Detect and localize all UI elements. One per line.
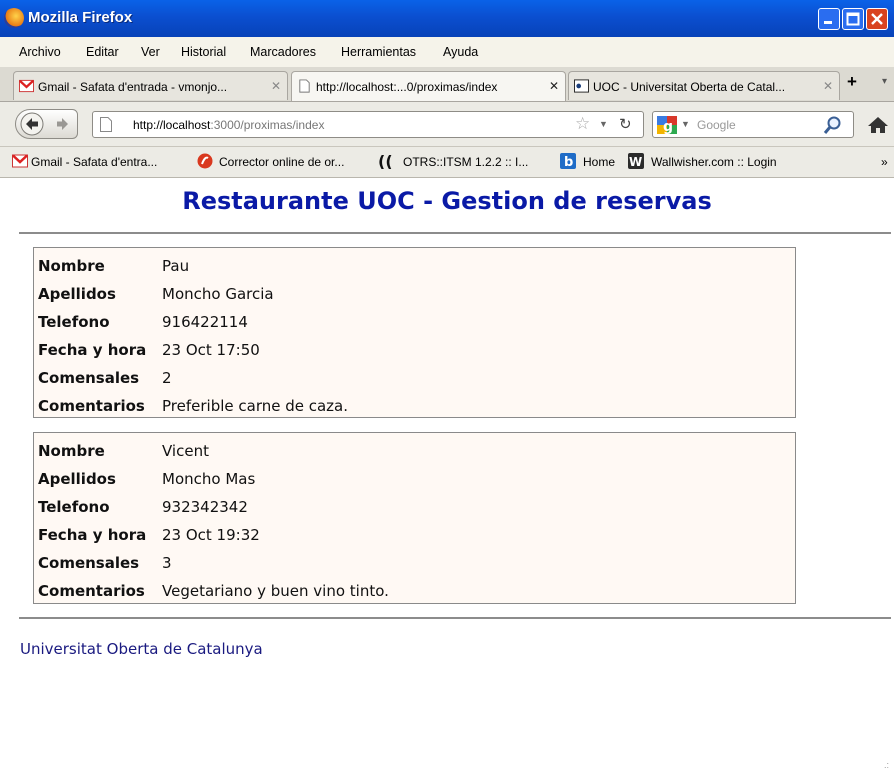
field-value: Vicent <box>162 442 209 460</box>
menu-herramientas[interactable]: Herramientas <box>341 45 416 59</box>
bookmark-corrector[interactable]: Corrector online de or... <box>219 155 344 169</box>
back-forward-group <box>15 109 78 139</box>
navigation-bar: http://localhost:3000/proximas/index ☆ ▼… <box>0 102 894 147</box>
google-icon: g <box>657 116 677 134</box>
new-tab-icon[interactable]: + <box>847 72 857 92</box>
url-text[interactable]: http://localhost:3000/proximas/index <box>133 118 324 132</box>
search-bar[interactable]: g ▼ Google <box>652 111 854 138</box>
back-button[interactable] <box>20 112 44 136</box>
bottom-divider <box>19 617 891 619</box>
field-label: Comentarios <box>38 397 145 415</box>
page-icon <box>299 79 310 93</box>
field-label: Nombre <box>38 257 105 275</box>
tab-label: http://localhost:...0/proximas/index <box>316 80 498 94</box>
bookmark-gmail[interactable]: Gmail - Safata d'entra... <box>31 155 157 169</box>
field-value: Moncho Garcia <box>162 285 274 303</box>
back-arrow-icon <box>20 112 44 136</box>
forward-button[interactable] <box>56 116 70 132</box>
field-value: Moncho Mas <box>162 470 256 488</box>
maximize-button[interactable] <box>842 8 864 30</box>
w-icon: W <box>628 153 644 169</box>
tab-gmail[interactable]: Gmail - Safata d'entrada - vmonjo... ✕ <box>13 71 288 100</box>
field-label: Apellidos <box>38 470 116 488</box>
otrs-icon: (( <box>378 153 393 169</box>
spellcheck-icon <box>197 153 213 169</box>
tab-localhost[interactable]: http://localhost:...0/proximas/index ✕ <box>291 71 566 101</box>
field-value: 932342342 <box>162 498 248 516</box>
tab-close-icon[interactable]: ✕ <box>271 79 281 93</box>
field-value: 3 <box>162 554 172 572</box>
reservation-card: Nombre Pau Apellidos Moncho Garcia Telefon… <box>33 247 796 418</box>
field-value: Pau <box>162 257 190 275</box>
menu-ver[interactable]: Ver <box>141 45 160 59</box>
top-divider <box>19 232 891 234</box>
field-label: Comensales <box>38 369 140 387</box>
page-title: Restaurante UOC - Gestion de reservas <box>182 187 712 215</box>
field-label: Fecha y hora <box>38 341 147 359</box>
footer-link[interactable]: Universitat Oberta de Catalunya <box>20 640 263 658</box>
tab-label: Gmail - Safata d'entrada - vmonjo... <box>38 80 228 94</box>
field-value: 23 Oct 17:50 <box>162 341 260 359</box>
b-icon: b <box>560 153 576 169</box>
tab-close-icon[interactable]: ✕ <box>823 79 833 93</box>
home-icon[interactable] <box>862 111 894 138</box>
page-content: Restaurante UOC - Gestion de reservas No… <box>0 178 894 770</box>
menu-marcadores[interactable]: Marcadores <box>250 45 316 59</box>
menu-archivo[interactable]: Archivo <box>19 45 61 59</box>
close-button[interactable] <box>866 8 888 30</box>
uoc-icon <box>574 79 589 93</box>
menu-editar[interactable]: Editar <box>86 45 119 59</box>
tab-uoc[interactable]: UOC - Universitat Oberta de Catal... ✕ <box>568 71 840 100</box>
firefox-icon <box>4 8 24 28</box>
svg-text:((: (( <box>378 153 393 169</box>
field-value: 2 <box>162 369 172 387</box>
bookmarks-toolbar: Gmail - Safata d'entra... Corrector onli… <box>0 147 894 178</box>
search-engine-dropdown-icon[interactable]: ▼ <box>681 119 690 129</box>
field-value: Preferible carne de caza. <box>162 397 349 415</box>
svg-text:b: b <box>564 155 573 169</box>
gmail-icon <box>12 154 28 168</box>
field-value: Vegetariano y buen vino tinto. <box>162 582 389 600</box>
field-label: Telefono <box>38 498 110 516</box>
gmail-icon <box>19 79 34 93</box>
svg-text:g: g <box>663 119 673 134</box>
url-bar[interactable]: http://localhost:3000/proximas/index ☆ ▼… <box>92 111 644 138</box>
search-input[interactable]: Google <box>697 118 736 132</box>
window-titlebar: Mozilla Firefox <box>0 0 894 37</box>
reservation-card: Nombre Vicent Apellidos Moncho Mas Telefon… <box>33 432 796 604</box>
field-label: Telefono <box>38 313 110 331</box>
field-label: Fecha y hora <box>38 526 147 544</box>
menu-ayuda[interactable]: Ayuda <box>443 45 478 59</box>
reload-icon[interactable]: ↻ <box>619 115 632 133</box>
history-dropdown-icon[interactable]: ▼ <box>599 119 608 129</box>
field-label: Nombre <box>38 442 105 460</box>
more-bookmarks-icon[interactable]: » <box>881 155 888 169</box>
bookmark-otrs[interactable]: OTRS::ITSM 1.2.2 :: I... <box>403 155 528 169</box>
search-icon[interactable] <box>823 115 843 135</box>
menu-bar: Archivo Editar Ver Historial Marcadores … <box>0 37 894 68</box>
field-value: 916422114 <box>162 313 248 331</box>
window-title: Mozilla Firefox <box>28 9 133 26</box>
svg-text:W: W <box>629 155 642 169</box>
field-label: Comentarios <box>38 582 145 600</box>
tab-bar: Gmail - Safata d'entrada - vmonjo... ✕ h… <box>0 67 894 102</box>
bookmark-home[interactable]: Home <box>583 155 615 169</box>
minimize-button[interactable] <box>818 8 840 30</box>
page-icon <box>100 117 112 132</box>
bookmark-wallwisher[interactable]: Wallwisher.com :: Login <box>651 155 777 169</box>
menu-historial[interactable]: Historial <box>181 45 226 59</box>
field-value: 23 Oct 19:32 <box>162 526 260 544</box>
bookmark-star-icon[interactable]: ☆ <box>575 114 590 134</box>
tab-close-icon[interactable]: ✕ <box>549 79 559 93</box>
tab-list-icon[interactable]: ▾ <box>882 76 887 87</box>
field-label: Comensales <box>38 554 140 572</box>
tab-label: UOC - Universitat Oberta de Catal... <box>593 80 786 94</box>
field-label: Apellidos <box>38 285 116 303</box>
